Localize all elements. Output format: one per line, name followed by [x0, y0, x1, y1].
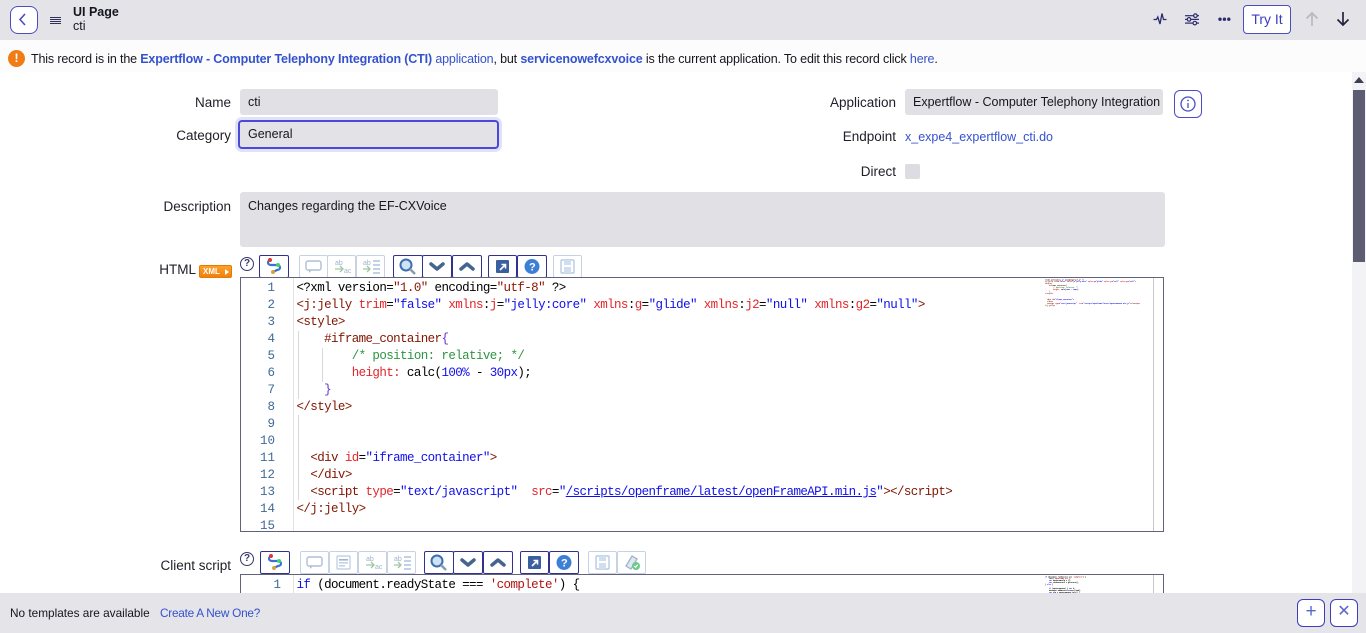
svg-text:ab: ab	[363, 260, 371, 267]
svg-text:ab: ab	[394, 556, 402, 563]
svg-text:ac: ac	[375, 564, 383, 571]
svg-text:ab: ab	[335, 260, 343, 267]
svg-text:ac: ac	[344, 268, 352, 275]
svg-text:?: ?	[529, 262, 536, 274]
svg-text:?: ?	[561, 558, 568, 570]
svg-text:ab: ab	[366, 556, 374, 563]
